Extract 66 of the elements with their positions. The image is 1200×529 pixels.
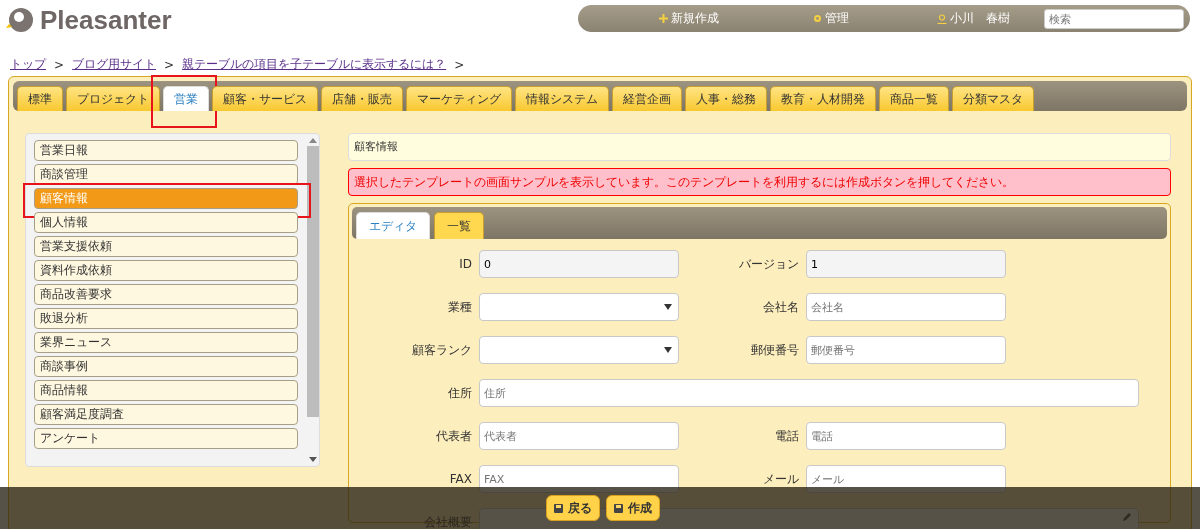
text-field[interactable]: 会社名	[806, 293, 1006, 321]
template-item[interactable]: 営業日報	[34, 140, 298, 161]
logo-text: Pleasanter	[40, 5, 172, 36]
text-field[interactable]: 住所	[479, 379, 1139, 407]
save-icon	[614, 503, 623, 513]
field-label: FAX	[448, 472, 473, 486]
template-item[interactable]: 商品情報	[34, 380, 298, 401]
template-item[interactable]: 商談事例	[34, 356, 298, 377]
category-tab[interactable]: マーケティング	[406, 86, 512, 111]
field-label: 電話	[774, 427, 800, 445]
save-icon	[554, 503, 563, 513]
field-label: 住所	[447, 384, 473, 402]
text-field[interactable]: 郵便番号	[806, 336, 1006, 364]
field-label: ID	[458, 257, 473, 271]
user-icon	[936, 13, 947, 24]
field-label: 業種	[447, 298, 473, 316]
dropdown-caret-icon	[664, 304, 672, 310]
template-item[interactable]: 商品改善要求	[34, 284, 298, 305]
category-tab[interactable]: 商品一覧	[879, 86, 949, 111]
footer-button[interactable]: 戻る	[546, 495, 600, 521]
notice-message: 選択したテンプレートの画面サンプルを表示しています。このテンプレートを利用するには作成ボタンを押してください。	[348, 168, 1171, 196]
dropdown[interactable]	[479, 293, 679, 321]
footer-button[interactable]: 作成	[606, 495, 660, 521]
template-item[interactable]: 資料作成依頼	[34, 260, 298, 281]
category-tab[interactable]: 経営企画	[612, 86, 682, 111]
template-item[interactable]: アンケート	[34, 428, 298, 449]
scroll-down-icon[interactable]	[308, 457, 317, 462]
field-label: 顧客ランク	[411, 341, 473, 359]
category-tab[interactable]: 顧客・サービス	[212, 86, 318, 111]
field-label: メール	[762, 470, 800, 488]
readonly-field[interactable]: 0	[479, 250, 679, 278]
category-tab[interactable]: 標準	[17, 86, 63, 111]
field-label: バージョン	[738, 255, 800, 273]
breadcrumb-separator: >	[454, 57, 465, 72]
template-item[interactable]: 業界ニュース	[34, 332, 298, 353]
field-label: 郵便番号	[750, 341, 800, 359]
breadcrumb-separator: >	[54, 57, 65, 72]
readonly-field[interactable]: 1	[806, 250, 1006, 278]
editor-tab[interactable]: エディタ	[356, 212, 430, 239]
search-field[interactable]: 検索	[1044, 8, 1184, 29]
category-tab[interactable]: 人事・総務	[685, 86, 767, 111]
template-item[interactable]: 顧客満足度調査	[34, 404, 298, 425]
breadcrumb-link[interactable]: ブログ用サイト	[72, 56, 157, 73]
field-label: 代表者	[435, 427, 473, 445]
field-label: 会社名	[762, 298, 800, 316]
breadcrumb-link[interactable]: トップ	[10, 56, 46, 73]
scroll-up-icon[interactable]	[308, 138, 317, 143]
dropdown[interactable]	[479, 336, 679, 364]
category-tab[interactable]: 営業	[163, 86, 209, 111]
text-field[interactable]: 代表者	[479, 422, 679, 450]
text-field[interactable]: 電話	[806, 422, 1006, 450]
category-tab[interactable]: 店舗・販売	[321, 86, 403, 111]
category-tab[interactable]: 教育・人材開発	[770, 86, 876, 111]
breadcrumb-separator: >	[164, 57, 175, 72]
editor-tab[interactable]: 一覧	[434, 212, 484, 239]
dropdown-caret-icon	[664, 347, 672, 353]
template-item[interactable]: 敗退分析	[34, 308, 298, 329]
breadcrumb-link[interactable]: 親テーブルの項目を子テーブルに表示するには？	[182, 56, 447, 73]
category-tab[interactable]: プロジェクト	[66, 86, 160, 111]
category-tab[interactable]: 情報システム	[515, 86, 609, 111]
category-tab[interactable]: 分類マスタ	[952, 86, 1034, 111]
template-item[interactable]: 営業支援依頼	[34, 236, 298, 257]
template-title: 顧客情報	[348, 133, 1171, 161]
plus-icon	[659, 14, 668, 23]
template-item[interactable]: 商談管理	[34, 164, 298, 185]
template-item[interactable]: 個人情報	[34, 212, 298, 233]
